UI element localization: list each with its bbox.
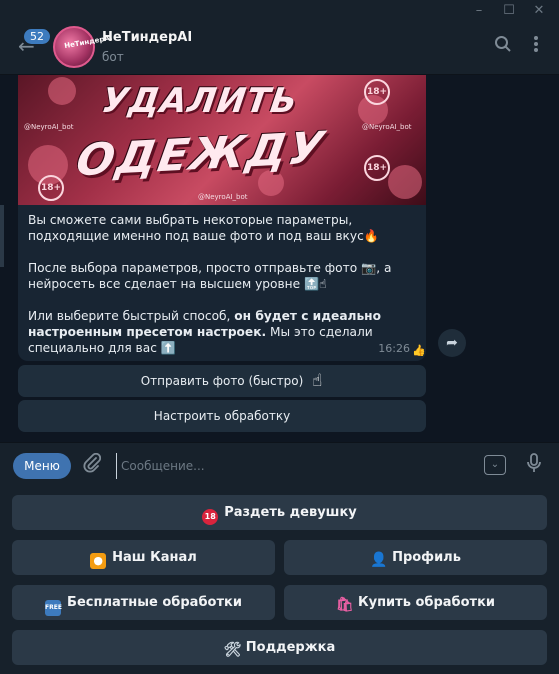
- message-composer: Меню ⌄: [0, 442, 559, 490]
- promo-banner-image[interactable]: УДАЛИТЬ ОДЕЖДУ @NeyroAI_bot @NeyroAI_bot…: [18, 75, 426, 205]
- thumbs-up-reaction-icon[interactable]: 👍: [412, 344, 426, 357]
- chat-header: ← 52 НеТиндерAI НеТиндерAI бот: [0, 22, 559, 75]
- window-titlebar: – ☐ ✕: [0, 0, 559, 22]
- message-input[interactable]: [116, 453, 485, 479]
- send-photo-fast-button[interactable]: Отправить фото (быстро): [18, 365, 426, 397]
- our-channel-button[interactable]: ● Наш Канал: [12, 540, 275, 575]
- user-icon: 👤: [370, 552, 388, 568]
- search-icon[interactable]: [494, 35, 512, 58]
- avatar[interactable]: НеТиндерAI: [53, 26, 113, 68]
- message-time: 16:26: [378, 342, 410, 355]
- banner-title-line2: ОДЕЖДУ: [72, 122, 329, 187]
- close-window-button[interactable]: ✕: [526, 1, 552, 21]
- bot-keyboard-toggle-icon[interactable]: ⌄: [484, 455, 506, 475]
- message-paragraph: После выбора параметров, просто отправьт…: [28, 261, 392, 291]
- profile-button[interactable]: 👤 Профиль: [284, 540, 547, 575]
- shopping-bags-icon: 🛍: [335, 597, 354, 613]
- chat-title[interactable]: НеТиндерAI: [102, 30, 192, 45]
- free-processing-button[interactable]: FREE Бесплатные обработки: [12, 585, 275, 620]
- buy-processing-button[interactable]: 🛍 Купить обработки: [284, 585, 547, 620]
- banner-watermark: @NeyroAI_bot: [24, 123, 74, 131]
- share-arrow-icon[interactable]: ➦: [438, 329, 466, 357]
- age-18-badge: 18+: [38, 175, 64, 201]
- menu-button[interactable]: Меню: [13, 453, 71, 479]
- scroll-indicator: [0, 205, 4, 267]
- unread-count-badge: 52: [24, 29, 50, 44]
- minimize-button[interactable]: –: [466, 1, 492, 21]
- pointer-hand-icon: ☝: [312, 371, 323, 391]
- chat-subtitle: бот: [102, 50, 124, 64]
- message-bubble[interactable]: УДАЛИТЬ ОДЕЖДУ @NeyroAI_bot @NeyroAI_bot…: [18, 75, 426, 361]
- message-paragraph: Или выберите быстрый способ, он будет с …: [28, 309, 381, 355]
- channel-icon: ●: [90, 553, 107, 569]
- free-icon: FREE: [45, 600, 62, 616]
- banner-watermark: @NeyroAI_bot: [198, 193, 248, 201]
- message-text: Вы сможете сами выбрать некоторые параме…: [28, 212, 420, 361]
- message-paragraph: Вы сможете сами выбрать некоторые параме…: [28, 213, 379, 243]
- more-menu-icon[interactable]: [533, 35, 539, 58]
- age-18-badge: 18+: [364, 155, 390, 181]
- tools-icon: 🛠: [223, 642, 242, 658]
- microphone-icon[interactable]: [527, 453, 541, 478]
- undress-girl-button[interactable]: 18 Раздеть девушку: [12, 495, 547, 530]
- adults-only-icon: 18: [202, 509, 219, 525]
- banner-watermark: @NeyroAI_bot: [362, 123, 412, 131]
- bot-reply-keyboard: 18 Раздеть девушку ● Наш Канал 👤 Профиль FR…: [0, 489, 559, 674]
- chat-area: УДАЛИТЬ ОДЕЖДУ @NeyroAI_bot @NeyroAI_bot…: [0, 75, 559, 442]
- support-button[interactable]: 🛠 Поддержка: [12, 630, 547, 665]
- banner-title-line1: УДАЛИТЬ: [99, 81, 301, 121]
- age-18-badge: 18+: [364, 79, 390, 105]
- configure-processing-button[interactable]: Настроить обработку: [18, 400, 426, 432]
- maximize-button[interactable]: ☐: [496, 1, 522, 21]
- attach-paperclip-icon[interactable]: [83, 452, 102, 478]
